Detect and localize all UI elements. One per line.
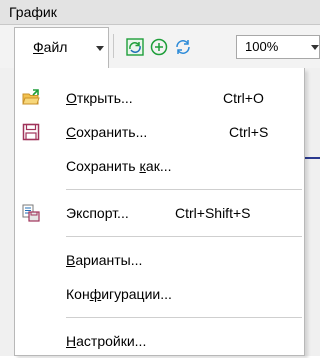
menu-item-configurations[interactable]: Конфигурации... [15, 277, 304, 311]
menu-item-label: Сохранить как... [66, 158, 172, 174]
window-title: График [9, 4, 57, 20]
file-menu-button[interactable]: Файл [14, 27, 109, 68]
menu-item-label: Сохранить... [66, 124, 148, 140]
menu-item-export[interactable]: Экспорт... Ctrl+Shift+S [15, 196, 304, 230]
menu-item-save-as[interactable]: Сохранить как... [15, 149, 304, 183]
menu-separator [66, 317, 302, 318]
folder-open-icon [22, 89, 40, 105]
title-bar: График [0, 0, 320, 25]
menu-item-label: Конфигурации... [66, 286, 172, 302]
menu-item-save[interactable]: Сохранить... Ctrl+S [15, 115, 304, 149]
menu-item-settings[interactable]: Настройки... [15, 324, 304, 358]
menu-item-shortcut: Ctrl+O [223, 90, 264, 106]
zoom-select[interactable]: 100% [236, 35, 320, 59]
zoom-value: 100% [245, 39, 279, 54]
menu-item-label: Открыть... [66, 90, 133, 106]
menu-item-variants[interactable]: Варианты... [15, 243, 304, 277]
chart-line [305, 157, 320, 159]
menu-item-label: Экспорт... [66, 205, 129, 221]
file-dropdown-menu: Открыть... Ctrl+O Сохранить... Ctrl+S Со… [14, 68, 305, 356]
file-menu-label: Файл [33, 39, 68, 55]
floppy-disk-icon [22, 123, 40, 141]
chevron-down-icon [96, 46, 104, 51]
export-icon [22, 204, 40, 222]
menu-separator [66, 236, 302, 237]
add-icon[interactable] [150, 38, 168, 56]
chevron-down-icon [311, 45, 319, 50]
menu-separator [66, 189, 302, 190]
menu-item-open[interactable]: Открыть... Ctrl+O [15, 81, 304, 115]
app-window: График Файл 100% Открыть... Ctrl+O Сохра… [0, 0, 320, 356]
menu-item-shortcut: Ctrl+S [229, 124, 269, 140]
sync-icon[interactable] [174, 38, 192, 56]
menu-item-shortcut: Ctrl+Shift+S [175, 205, 251, 221]
menu-item-label: Настройки... [66, 333, 147, 349]
toolbar-separator [113, 34, 114, 58]
menu-item-label: Варианты... [66, 252, 143, 268]
chart-refresh-icon[interactable] [126, 38, 144, 56]
